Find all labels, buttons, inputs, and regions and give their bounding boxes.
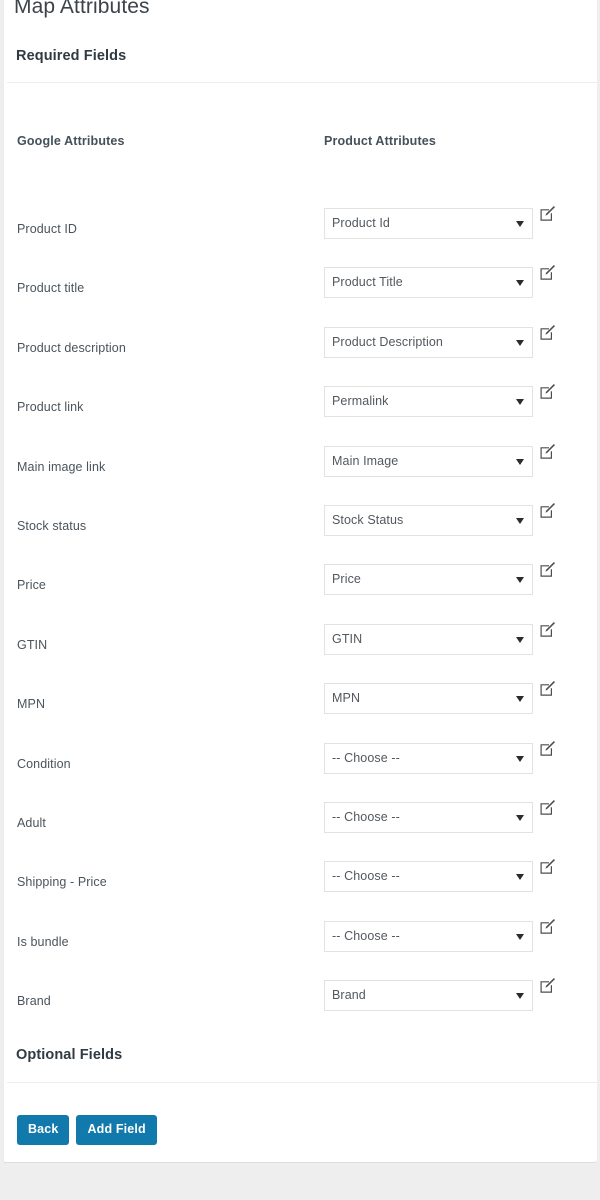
table-row: Main image link Main Image xyxy=(4,443,597,492)
google-attribute-label: Brand xyxy=(17,994,51,1009)
chevron-down-icon xyxy=(516,874,524,881)
table-row: Brand Brand xyxy=(4,977,597,1026)
edit-pencil-square-icon[interactable] xyxy=(539,324,556,341)
edit-pencil-square-icon[interactable] xyxy=(539,858,556,875)
add-field-button[interactable]: Add Field xyxy=(76,1115,157,1145)
product-attribute-select[interactable]: Product Description xyxy=(324,326,533,358)
edit-pencil-square-icon[interactable] xyxy=(539,264,556,281)
google-attribute-label: MPN xyxy=(17,697,46,712)
chevron-down-icon xyxy=(516,815,524,821)
edit-pencil-square-icon[interactable] xyxy=(539,205,556,222)
product-attribute-select-value: -- Choose -- xyxy=(332,810,400,824)
product-attribute-select-value: Brand xyxy=(332,988,366,1003)
google-attribute-label: Product title xyxy=(17,281,85,296)
optional-fields-heading: Optional Fields xyxy=(16,1047,123,1063)
product-attribute-select-value: Stock Status xyxy=(332,513,404,527)
column-header-product-attributes: Product Attributes xyxy=(324,134,436,148)
table-row: Price Price xyxy=(4,561,597,610)
optional-fields-divider xyxy=(7,1082,597,1083)
chevron-down-icon xyxy=(516,280,524,287)
google-attribute-label: Is bundle xyxy=(17,934,69,949)
footer-button-bar: Back Add Field xyxy=(17,1115,157,1145)
edit-pencil-square-icon[interactable] xyxy=(539,502,556,519)
edit-pencil-square-icon[interactable] xyxy=(539,680,556,697)
product-attribute-select-value: Permalink xyxy=(332,394,389,409)
google-attribute-label: Product ID xyxy=(17,222,78,236)
map-attributes-card: Map Attributes Required Fields Google At… xyxy=(3,0,597,1163)
product-attribute-select[interactable]: -- Choose -- xyxy=(324,742,533,774)
table-row: Condition -- Choose -- xyxy=(4,740,597,789)
chevron-down-icon xyxy=(516,221,524,227)
google-attribute-label: Shipping - Price xyxy=(17,875,107,890)
table-row: Product title Product Title xyxy=(4,264,597,313)
page-title: Map Attributes xyxy=(14,0,150,18)
product-attribute-select-value: -- Choose -- xyxy=(332,928,400,943)
product-attribute-select[interactable]: -- Choose -- xyxy=(324,920,533,952)
table-row: GTIN GTIN xyxy=(4,621,597,670)
product-attribute-select-value: -- Choose -- xyxy=(332,869,400,884)
google-attribute-label: Product link xyxy=(17,400,84,415)
product-attribute-select[interactable]: GTIN xyxy=(324,623,533,655)
product-attribute-select-value: Main Image xyxy=(332,453,399,468)
edit-pencil-square-icon[interactable] xyxy=(539,561,556,578)
table-row: MPN MPN xyxy=(4,680,597,729)
product-attribute-select-value: Product Title xyxy=(332,275,403,290)
edit-pencil-square-icon[interactable] xyxy=(539,977,556,994)
edit-pencil-square-icon[interactable] xyxy=(539,443,556,460)
chevron-down-icon xyxy=(516,458,524,465)
back-button[interactable]: Back xyxy=(17,1115,70,1145)
table-row: Adult -- Choose -- xyxy=(4,799,597,848)
edit-pencil-square-icon[interactable] xyxy=(539,799,556,816)
product-attribute-select-value: Product Id xyxy=(332,216,390,230)
product-attribute-select-value: Price xyxy=(332,572,361,587)
product-attribute-select-value: Product Description xyxy=(332,334,443,349)
product-attribute-select[interactable]: Product Id xyxy=(324,208,533,239)
chevron-down-icon xyxy=(516,933,524,940)
google-attribute-label: Main image link xyxy=(17,459,106,474)
required-fields-heading: Required Fields xyxy=(16,48,127,64)
google-attribute-label: Product description xyxy=(17,340,126,355)
chevron-down-icon xyxy=(516,755,524,762)
chevron-down-icon xyxy=(516,518,524,524)
table-row: Product link Permalink xyxy=(4,383,597,432)
product-attribute-select-value: GTIN xyxy=(332,631,363,646)
table-row: Shipping - Price -- Choose -- xyxy=(4,858,597,907)
product-attribute-select[interactable]: MPN xyxy=(324,683,533,715)
google-attribute-label: Price xyxy=(17,578,46,593)
product-attribute-select[interactable]: Main Image xyxy=(324,445,533,477)
chevron-down-icon xyxy=(516,636,524,643)
product-attribute-select[interactable]: Brand xyxy=(324,980,533,1012)
edit-pencil-square-icon[interactable] xyxy=(539,740,556,757)
product-attribute-select-value: MPN xyxy=(332,691,361,706)
google-attribute-label: Stock status xyxy=(17,519,87,533)
product-attribute-select[interactable]: Product Title xyxy=(324,267,533,299)
google-attribute-label: Condition xyxy=(17,756,71,771)
table-row: Product description Product Description xyxy=(4,324,597,373)
product-attribute-select[interactable]: Price xyxy=(324,564,533,596)
chevron-down-icon xyxy=(516,399,524,406)
product-attribute-select-value: -- Choose -- xyxy=(332,750,400,765)
google-attribute-label: GTIN xyxy=(17,637,48,652)
edit-pencil-square-icon[interactable] xyxy=(539,918,556,935)
product-attribute-select[interactable]: -- Choose -- xyxy=(324,802,533,833)
table-row: Stock status Stock Status xyxy=(4,502,597,551)
product-attribute-select[interactable]: Permalink xyxy=(324,386,533,418)
google-attribute-label: Adult xyxy=(17,816,46,830)
table-row: Is bundle -- Choose -- xyxy=(4,918,597,967)
column-header-google-attributes: Google Attributes xyxy=(17,134,125,148)
edit-pencil-square-icon[interactable] xyxy=(539,621,556,638)
chevron-down-icon xyxy=(516,339,524,346)
required-fields-divider xyxy=(7,82,597,83)
edit-pencil-square-icon[interactable] xyxy=(539,383,556,400)
table-row: Product ID Product Id xyxy=(4,205,597,254)
product-attribute-select[interactable]: Stock Status xyxy=(324,505,533,536)
product-attribute-select[interactable]: -- Choose -- xyxy=(324,861,533,893)
chevron-down-icon xyxy=(516,577,524,584)
chevron-down-icon xyxy=(516,696,524,703)
chevron-down-icon xyxy=(516,993,524,1000)
